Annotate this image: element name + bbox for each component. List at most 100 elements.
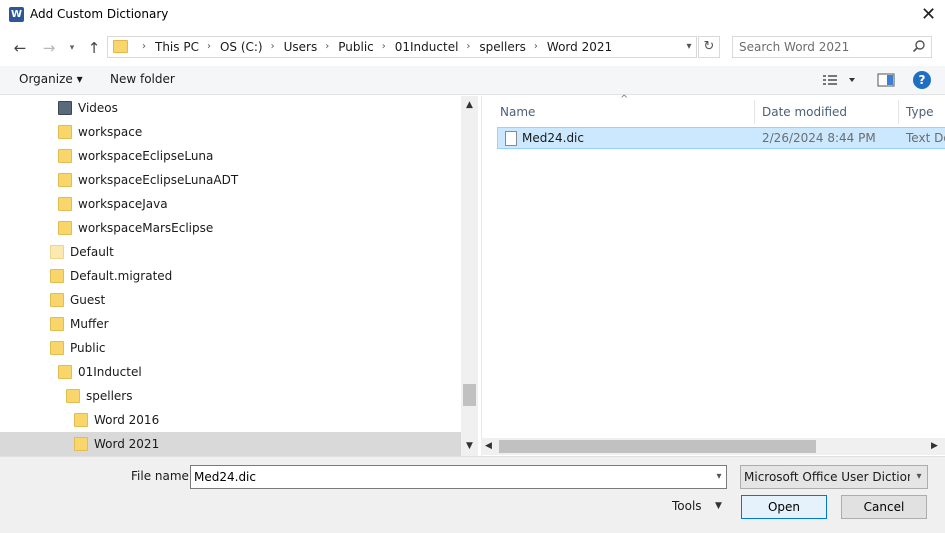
cancel-button[interactable]: Cancel [841,495,927,519]
crumb-spellers[interactable]: spellers [479,37,526,57]
close-button[interactable]: ✕ [912,0,945,30]
folder-icon [50,269,64,283]
new-folder-button[interactable]: New folder [110,72,175,86]
tree-item-workspace[interactable]: workspace [0,120,461,144]
tree-item-label: Guest [70,293,106,307]
recent-locations-button[interactable]: ▾ [64,38,80,58]
chevron-right-icon: › [206,41,211,52]
chevron-down-icon: ▾ [69,43,75,53]
tree-item-label: Word 2016 [94,413,160,427]
tree-item-spellers[interactable]: spellers [0,384,461,408]
file-type-select[interactable]: Microsoft Office User Dictionary ▾ [740,465,928,489]
window-title: Add Custom Dictionary [30,7,169,21]
open-button[interactable]: Open [741,495,827,519]
text-file-icon [505,131,517,146]
tree-item-label: Default [70,245,114,259]
tree-item-word-2016[interactable]: Word 2016 [0,408,461,432]
tree-item-muffer[interactable]: Muffer [0,312,461,336]
folder-icon [50,317,64,331]
help-button[interactable]: ? [913,71,931,89]
crumb-users[interactable]: Users [284,37,318,57]
tree-item-label: workspace [78,125,143,139]
refresh-button[interactable]: ↻ [698,36,720,58]
up-button[interactable]: ↑ [83,38,105,58]
tree-item-label: workspaceJava [78,197,168,211]
file-list: ^ Name Date modified Type Med24.dic 2/26… [481,94,945,456]
chevron-right-icon: › [270,41,275,52]
address-dropdown-button[interactable]: ▾ [682,37,696,57]
command-bar: Organize ▾ New folder ? [0,66,945,95]
organize-button[interactable]: Organize ▾ [19,72,83,86]
folder-icon [58,125,72,139]
file-row[interactable]: Med24.dic 2/26/2024 8:44 PM Text Doc [497,127,945,149]
tree-item-label: Videos [78,101,118,115]
dialog-footer: File name: ▾ Microsoft Office User Dicti… [0,456,945,533]
tree-item-label: Default.migrated [70,269,173,283]
column-header-type[interactable]: Type [898,100,945,124]
folder-icon [74,437,88,451]
scroll-right-icon[interactable]: ▶ [931,438,943,455]
folder-icon [58,221,72,235]
file-name-input[interactable] [194,468,699,486]
crumb-public[interactable]: Public [338,37,374,57]
folder-icon [58,365,72,379]
tree-item-label: workspaceEclipseLuna [78,149,214,163]
search-input[interactable] [739,38,909,56]
column-header-date[interactable]: Date modified [754,100,899,124]
search-box [732,36,932,58]
forward-button[interactable]: → [38,38,60,58]
tree-item-workspacemarseclipse[interactable]: workspaceMarsEclipse [0,216,461,240]
chevron-right-icon: › [533,41,538,52]
crumb-this-pc[interactable]: This PC [155,37,199,57]
back-button[interactable]: ← [9,38,31,58]
change-view-button[interactable] [822,71,862,89]
search-icon[interactable] [912,39,928,55]
crumb-os-c[interactable]: OS (C:) [220,37,263,57]
tree-item-word-2021[interactable]: Word 2021 [0,432,461,456]
close-icon: ✕ [920,4,937,25]
tree-item-label: Word 2021 [94,437,160,451]
nav-scrollbar[interactable]: ▲ ▼ [461,96,478,456]
folder-icon [50,293,64,307]
scroll-down-icon[interactable]: ▼ [461,439,478,453]
tree-item-label: Muffer [70,317,109,331]
scroll-left-icon[interactable]: ◀ [485,438,497,455]
chevron-right-icon: › [142,41,146,52]
tree-item-videos[interactable]: Videos [0,96,461,120]
tree-item-workspaceeclipseluna[interactable]: workspaceEclipseLuna [0,144,461,168]
column-header-name[interactable]: Name [500,100,756,124]
chevron-down-icon[interactable]: ▾ [711,466,727,488]
navigation-pane: Videos workspace workspaceEclipseLuna wo… [0,96,478,456]
preview-pane-button[interactable] [876,71,896,89]
file-type-value: Microsoft Office User Dictionary [744,470,910,484]
tree-item-label: Public [70,341,106,355]
tree-item-01inductel[interactable]: 01Inductel [0,360,461,384]
folder-icon [113,40,128,53]
horizontal-scrollbar[interactable]: ◀ ▶ [481,438,945,455]
tree-item-public[interactable]: Public [0,336,461,360]
breadcrumb: › This PC › OS (C:) › Users › Public › 0… [134,37,612,57]
scroll-thumb[interactable] [499,440,816,453]
tree-item-guest[interactable]: Guest [0,288,461,312]
chevron-right-icon: › [466,41,471,52]
crumb-word-2021[interactable]: Word 2021 [547,37,612,57]
file-date: 2/26/2024 8:44 PM [762,131,876,145]
arrow-left-icon: ← [13,39,27,57]
crumb-01inductel[interactable]: 01Inductel [395,37,459,57]
tools-button[interactable]: Tools [672,499,702,513]
chevron-down-icon: ▾ [916,471,922,482]
tree-item-label: spellers [86,389,133,403]
tree-item-default[interactable]: Default [0,240,461,264]
address-bar[interactable]: › This PC › OS (C:) › Users › Public › 0… [107,36,697,58]
tree-item-workspacejava[interactable]: workspaceJava [0,192,461,216]
arrow-up-icon: ↑ [87,39,101,57]
scroll-up-icon[interactable]: ▲ [461,98,478,112]
folder-icon [74,413,88,427]
tree-item-default-migrated[interactable]: Default.migrated [0,264,461,288]
scroll-thumb[interactable] [463,384,476,406]
video-folder-icon [58,101,72,115]
chevron-down-icon[interactable]: ▼ [715,501,722,511]
file-type: Text Doc [906,131,945,145]
folder-icon [50,341,64,355]
tree-item-workspaceeclipselunaadt[interactable]: workspaceEclipseLunaADT [0,168,461,192]
